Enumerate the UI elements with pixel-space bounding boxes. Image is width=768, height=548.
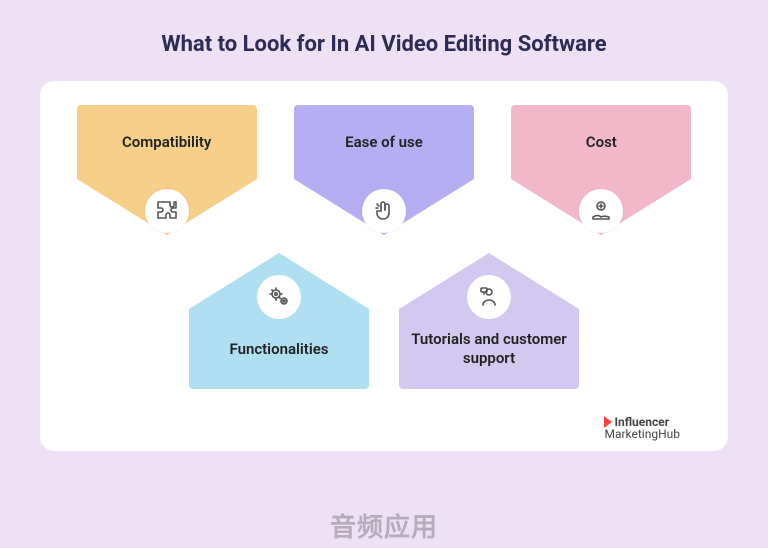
page-title: What to Look for In AI Video Editing Sof… [0, 0, 768, 81]
item-tutorials-support: Tutorials and customer support [399, 253, 579, 389]
content-card: Compatibility Ease of use Cost Functiona… [40, 81, 728, 451]
coin-hand-icon [579, 189, 623, 233]
puzzle-icon [145, 189, 189, 233]
watermark-text: 音频应用 [330, 507, 438, 544]
item-label: Cost [511, 105, 691, 179]
item-cost: Cost [511, 105, 691, 235]
row-top: Compatibility Ease of use Cost [68, 105, 700, 235]
support-icon [467, 275, 511, 319]
item-label: Compatibility [77, 105, 257, 179]
brand-logo: Influencer MarketingHub [604, 416, 680, 441]
row-bottom: Functionalities Tutorials and customer s… [68, 253, 700, 389]
item-ease-of-use: Ease of use [294, 105, 474, 235]
item-functionalities: Functionalities [189, 253, 369, 389]
item-label: Functionalities [189, 309, 369, 389]
item-label: Ease of use [294, 105, 474, 179]
gears-icon [257, 275, 301, 319]
brand-line2: MarketingHub [604, 427, 680, 441]
item-compatibility: Compatibility [77, 105, 257, 235]
snap-icon [362, 189, 406, 233]
item-label: Tutorials and customer support [399, 309, 579, 389]
